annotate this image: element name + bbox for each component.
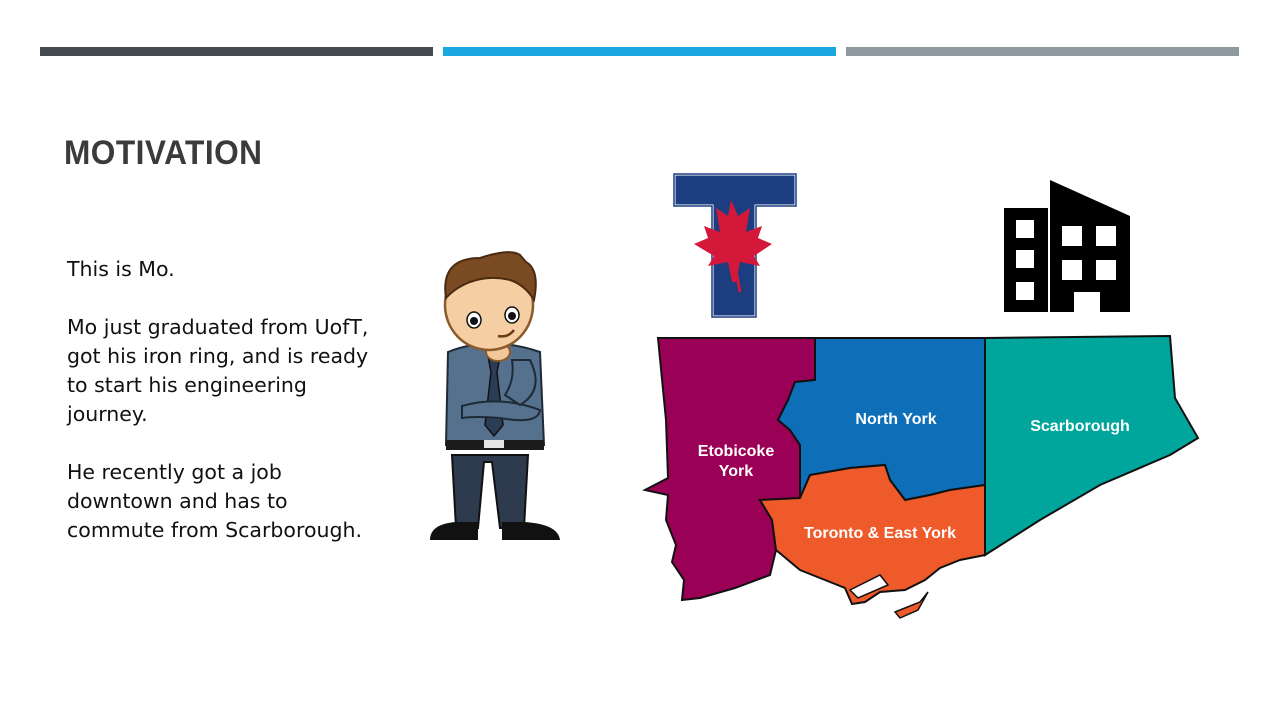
map-label-north-york: North York [855,411,936,428]
office-building-icon [1004,180,1130,312]
uoft-logo-icon [672,172,798,319]
map-label-etobicoke: Etobicoke [698,443,775,460]
map-label-york: York [719,463,753,480]
map-region-scarborough [984,334,1200,557]
slide-art: Etobicoke York North York Scarborough To… [430,172,1200,619]
person-thinking-icon [430,251,560,540]
map-label-toronto-east-york: Toronto & East York [804,525,956,542]
toronto-map: Etobicoke York North York Scarborough To… [642,334,1200,619]
map-label-scarborough: Scarborough [1030,418,1130,435]
